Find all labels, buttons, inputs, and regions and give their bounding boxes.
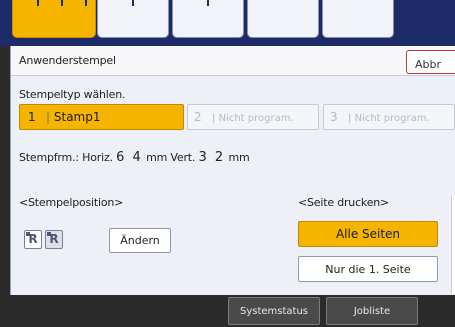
stamp-position-icon: R — [24, 230, 42, 249]
change-position-button[interactable]: Ändern — [109, 228, 171, 253]
panel-title: Anwenderstempel — [19, 54, 116, 67]
print-pages-label: <Seite drucken> — [298, 196, 390, 209]
stamp-option-1[interactable]: 1 | Stamp1 — [19, 104, 184, 130]
job-list-button[interactable]: Jobliste — [326, 297, 418, 325]
tab-strip — [0, 0, 455, 46]
stamp-size-prefix: Stempfrm.: Horiz. — [19, 151, 113, 164]
stamp-option-number: 1 — [28, 110, 36, 124]
stamp-option-name: Stamp1 — [53, 110, 101, 124]
stamp-type-label: Stempeltyp wählen. — [19, 88, 126, 101]
bottom-bar: Systemstatus Jobliste — [0, 295, 455, 327]
stamp-size-vert: 3 2 — [198, 150, 226, 165]
stamp-position-label: <Stempelposition> — [19, 196, 124, 209]
tab-1[interactable] — [12, 0, 96, 38]
panel-titlebar: Anwenderstempel Abbr — [11, 46, 455, 76]
scroll-edge — [451, 196, 455, 294]
separator: | — [212, 113, 216, 124]
tab-5[interactable] — [322, 0, 394, 38]
stamp-size-horiz: 6 4 — [116, 150, 143, 165]
all-pages-button[interactable]: Alle Seiten — [298, 221, 438, 247]
tab-notch — [61, 0, 63, 6]
tab-4[interactable] — [247, 0, 319, 38]
stamp-panel: Anwenderstempel Abbr Stempeltyp wählen. … — [10, 46, 455, 295]
stamp-option-name: Nicht program. — [218, 113, 294, 124]
stamp-size-mid: mm Vert. — [146, 151, 196, 164]
tab-2[interactable] — [97, 0, 169, 38]
system-status-button[interactable]: Systemstatus — [228, 297, 320, 325]
stamp-option-number: 3 — [330, 110, 338, 124]
separator: | — [348, 113, 352, 124]
stamp-position-icon: R — [45, 230, 63, 249]
stamp-option-number: 2 — [194, 110, 202, 124]
abort-button[interactable]: Abbr — [406, 50, 455, 74]
first-page-only-button[interactable]: Nur die 1. Seite — [298, 256, 438, 282]
tab-notch — [132, 0, 134, 6]
stamp-option-2[interactable]: 2 | Nicht program. — [187, 104, 319, 130]
stamp-size-line: Stempfrm.: Horiz. 6 4 mm Vert. 3 2 mm — [19, 150, 250, 165]
tab-notch — [85, 0, 87, 6]
tab-3[interactable] — [172, 0, 244, 38]
tab-notch — [207, 0, 209, 6]
stamp-option-name: Nicht program. — [354, 113, 430, 124]
separator: | — [46, 110, 51, 124]
stamp-size-unit: mm — [228, 151, 250, 164]
stamp-option-3[interactable]: 3 | Nicht program. — [323, 104, 455, 130]
tab-notch — [37, 0, 39, 6]
